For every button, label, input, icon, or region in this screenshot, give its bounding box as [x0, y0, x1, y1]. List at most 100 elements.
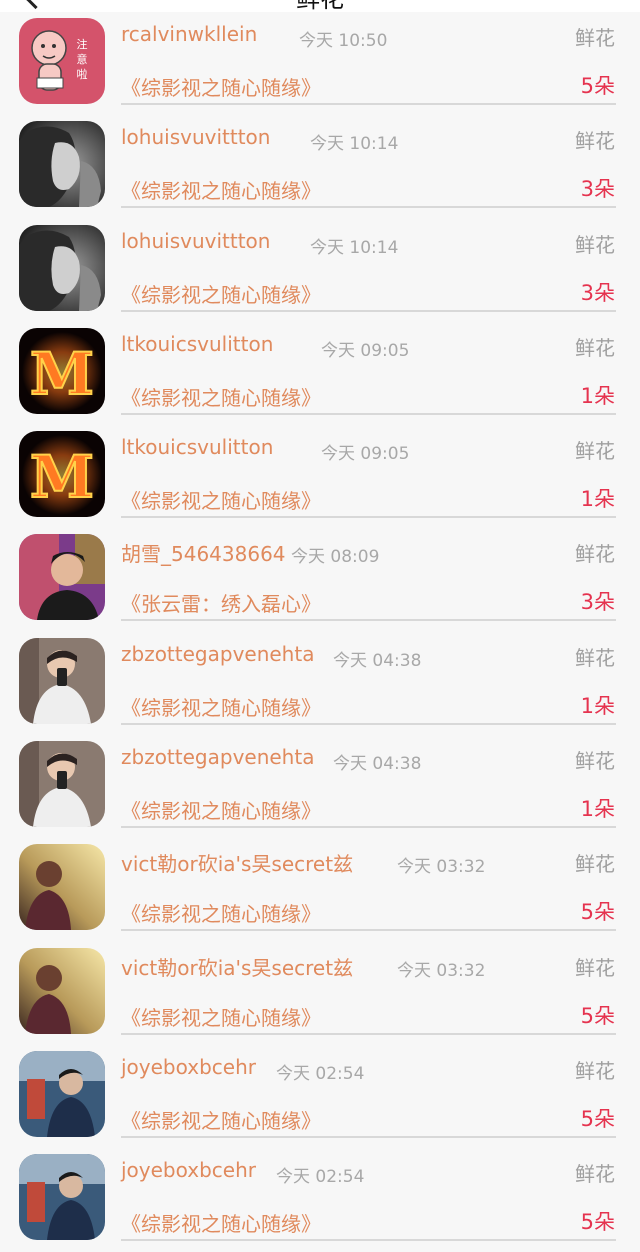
svg-text:注: 注	[77, 37, 88, 51]
list-item[interactable]: 注 意 啦 rcalvinwkllein 今天 10:50 鲜花《综影视之随心随缘》 5…	[0, 12, 640, 115]
row-divider	[121, 619, 616, 622]
flower-count: 1朵	[580, 693, 615, 718]
list-item[interactable]: Mltkouicsvulitton 今天 09:05 鲜花《综影视之随心随缘》 1朵	[0, 322, 640, 425]
list-item[interactable]: joyeboxbcehr 今天 02:54 鲜花《综影视之随心随缘》 5朵	[0, 1148, 640, 1251]
list-item[interactable]: lohuisvuvittton 今天 10:14 鲜花《综影视之随心随缘》 3朵	[0, 115, 640, 218]
timestamp: 今天 04:38	[333, 754, 422, 775]
row-divider	[121, 412, 616, 415]
row-divider	[121, 722, 616, 725]
avatar[interactable]: M	[19, 431, 105, 518]
work-title-link[interactable]: 《综影视之随心随缘》	[121, 72, 321, 101]
username[interactable]: vict勒or砍ia's旲secret兹	[121, 952, 353, 981]
row-divider	[121, 1032, 616, 1035]
username[interactable]: rcalvinwkllein	[121, 22, 257, 46]
svg-text:M: M	[30, 340, 94, 408]
flower-count: 5朵	[580, 900, 615, 925]
work-title-link[interactable]: 《综影视之随心随缘》	[121, 382, 321, 411]
flower-count: 5朵	[580, 1003, 615, 1028]
avatar[interactable]	[19, 1154, 105, 1241]
list-item[interactable]: lohuisvuvittton 今天 10:14 鲜花 《综影视之随心随缘》 3朵	[0, 219, 640, 322]
gift-type-label: 鲜花	[575, 852, 615, 877]
work-title-link[interactable]: 《综影视之随心随缘》	[121, 175, 321, 204]
flower-gift-list: 注 意 啦 rcalvinwkllein 今天 10:50 鲜花 《综影视之随心随缘》 5…	[0, 12, 640, 1252]
flower-count: 1朵	[580, 797, 615, 822]
svg-text:啦: 啦	[77, 67, 88, 81]
timestamp: 今天 10:50	[299, 31, 388, 51]
work-title-link[interactable]: 《综影视之随心随缘》	[121, 898, 321, 927]
work-title-link[interactable]: 《综影视之随心随缘》	[121, 279, 321, 308]
nav-bar: 鲜花	[0, 0, 640, 12]
work-title-link[interactable]: 《综影视之随心随缘》	[121, 1002, 321, 1031]
gift-type-label: 鲜花	[575, 232, 615, 257]
timestamp: 今天 02:54	[276, 1063, 365, 1084]
avatar[interactable]	[19, 741, 105, 828]
username[interactable]: lohuisvuvittton	[121, 229, 270, 253]
avatar[interactable]	[19, 844, 105, 931]
row-divider	[121, 1239, 616, 1242]
avatar[interactable]	[19, 637, 105, 724]
timestamp: 今天 09:05	[321, 444, 410, 465]
timestamp: 今天 02:54	[276, 1167, 365, 1188]
avatar[interactable]	[19, 1050, 105, 1137]
username[interactable]: zbzottegapvenehta	[121, 745, 314, 769]
avatar[interactable]	[19, 534, 105, 621]
username[interactable]: joyeboxbcehr	[121, 1055, 256, 1079]
gift-type-label: 鲜花	[575, 749, 615, 774]
row-divider	[121, 103, 616, 105]
work-title-link[interactable]: 《综影视之随心随缘》	[121, 692, 321, 721]
gift-type-label: 鲜花	[575, 1058, 615, 1083]
timestamp: 今天 10:14	[310, 237, 399, 258]
work-title-link[interactable]: 《综影视之随心随缘》	[121, 485, 321, 514]
avatar[interactable]	[19, 947, 105, 1034]
flower-count: 1朵	[580, 487, 615, 512]
list-item[interactable]: zbzottegapvenehta 今天 04:38 鲜花《综影视之随心随缘》 1朵	[0, 632, 640, 735]
username[interactable]: zbzottegapvenehta	[121, 642, 314, 666]
gift-type-label: 鲜花	[575, 542, 615, 567]
timestamp: 今天 04:38	[333, 650, 422, 671]
timestamp: 今天 09:05	[321, 340, 410, 361]
flower-count: 5朵	[580, 74, 615, 98]
work-title-link[interactable]: 《综影视之随心随缘》	[121, 1105, 321, 1134]
username[interactable]: vict勒or砍ia's旲secret兹	[121, 848, 353, 877]
timestamp: 今天 10:14	[310, 134, 399, 155]
row-divider	[121, 516, 616, 519]
list-item[interactable]: Mltkouicsvulitton 今天 09:05 鲜花《综影视之随心随缘》 1朵	[0, 425, 640, 528]
list-item[interactable]: vict勒or砍ia's旲secret兹 今天 03:32 鲜花 《综影视之随心随缘》…	[0, 942, 640, 1045]
flower-count: 5朵	[580, 1210, 615, 1235]
avatar[interactable]: 注 意 啦	[19, 18, 105, 104]
username[interactable]: ltkouicsvulitton	[121, 332, 273, 356]
work-title-link[interactable]: 《张云雷：绣入磊心》	[121, 588, 321, 617]
avatar[interactable]: M	[19, 327, 105, 414]
username[interactable]: joyeboxbcehr	[121, 1158, 256, 1182]
username[interactable]: lohuisvuvittton	[121, 125, 270, 149]
work-title-link[interactable]: 《综影视之随心随缘》	[121, 795, 321, 824]
timestamp: 今天 03:32	[397, 857, 486, 878]
row-divider	[121, 826, 616, 829]
work-title-link[interactable]: 《综影视之随心随缘》	[121, 1208, 321, 1237]
flower-count: 5朵	[580, 1106, 615, 1131]
gift-type-label: 鲜花	[575, 1162, 615, 1187]
username[interactable]: 胡雪_546438664	[121, 538, 286, 567]
svg-text:意: 意	[77, 52, 88, 66]
avatar[interactable]	[19, 121, 105, 208]
gift-type-label: 鲜花	[575, 26, 615, 50]
page-title: 鲜花	[0, 0, 640, 12]
svg-text:M: M	[30, 443, 94, 511]
list-item[interactable]: joyeboxbcehr 今天 02:54 鲜花《综影视之随心随缘》 5朵	[0, 1045, 640, 1148]
list-item[interactable]: vict勒or砍ia's旲secret兹 今天 03:32 鲜花《综影视之随心随缘》…	[0, 838, 640, 941]
flower-count: 1朵	[580, 383, 615, 408]
list-item[interactable]: 胡雪_546438664 今天 08:09 鲜花《张云雷：绣入磊心》 3朵	[0, 528, 640, 631]
row-divider	[121, 929, 616, 932]
gift-type-label: 鲜花	[575, 955, 615, 980]
flower-count: 3朵	[580, 590, 615, 615]
username[interactable]: ltkouicsvulitton	[121, 435, 273, 459]
gift-type-label: 鲜花	[575, 439, 615, 464]
gift-type-label: 鲜花	[575, 129, 615, 154]
gift-type-label: 鲜花	[575, 645, 615, 670]
row-divider	[121, 309, 616, 312]
avatar[interactable]	[19, 224, 105, 311]
gift-type-label: 鲜花	[575, 335, 615, 360]
list-item[interactable]: zbzottegapvenehta 今天 04:38 鲜花《综影视之随心随缘》 1朵	[0, 735, 640, 838]
timestamp: 今天 08:09	[291, 547, 380, 568]
flower-count: 3朵	[580, 177, 615, 202]
